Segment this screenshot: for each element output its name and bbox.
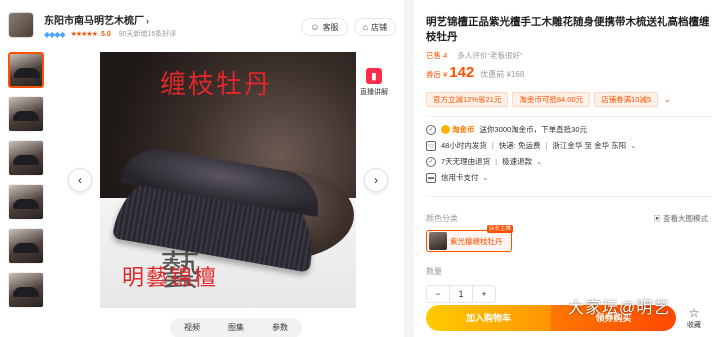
sales-info: 已售 4 多人评价"老板很好" [426,50,523,61]
quantity-label: 数量 [426,267,442,276]
taojinbi-row: ✓ 淘金币 送你3000淘金币，下单直抵30元 [426,124,587,135]
customer-service-label: 客服 [322,22,339,32]
thumbnail[interactable] [8,272,44,308]
chevron-down-icon[interactable]: ⌄ [483,174,489,182]
original-price: 优惠前 ¥168 [480,70,525,79]
tab-params[interactable]: 参数 [258,318,302,337]
star-icon: ☆ [688,306,700,320]
gallery-panel: 东阳市南马明艺木梳厂 › ◆◆◆◆ ★★★★★ 5.0 90天新增16条好评 ☺ 客… [0,0,404,337]
sku-thumbnail [429,232,447,250]
add-to-cart-button[interactable]: 加入购物车 [426,305,551,331]
promo-row: 官方立减12%省21元 淘金币可抵84.00元 店铺券满10减5 ⌄ [426,92,671,107]
price-row: 券后 ¥ 142 优惠前 ¥168 [426,64,524,81]
promo-tag[interactable]: 店铺券满10减5 [594,92,659,107]
quantity-increase-button[interactable]: + [473,286,495,302]
main-product-image[interactable]: 缠枝牡丹 藝 明藝锦檀 [100,52,356,308]
promo-tag[interactable]: 淘金币可抵84.00元 [512,92,591,107]
thumbnail[interactable] [8,140,44,176]
tab-gallery[interactable]: 图集 [214,318,258,337]
delivery-fee: 快递: 免运费 [498,141,541,150]
store-button[interactable]: ⌂ 店铺 [353,18,396,36]
store-icon: ⌂ [362,22,368,32]
shop-actions: ☺ 客服 ⌂ 店铺 [301,18,396,36]
shield-icon: ✓ [426,156,436,167]
product-page: 东阳市南马明艺木梳厂 › ◆◆◆◆ ★★★★★ 5.0 90天新增16条好评 ☺ 客… [0,0,720,337]
quantity-input[interactable]: 1 [449,286,473,302]
divider [426,196,711,197]
forum-watermark: 大家坛@明艺 [568,300,671,317]
chevron-down-icon[interactable]: ⌄ [536,158,542,166]
check-icon: ✓ [426,124,436,135]
thumbnail[interactable] [8,184,44,220]
chevron-right-icon: › [146,16,149,26]
shop-logo[interactable] [8,12,34,38]
taojinbi-label: 淘金币 [452,125,475,134]
sku-badge: 店长主推 [486,225,513,233]
favorite-label: 收藏 [687,322,701,329]
chevron-down-icon[interactable]: ⌄ [664,95,671,104]
image-watermark-bottom: 明藝锦檀 [122,266,219,291]
customer-service-button[interactable]: ☺ 客服 [301,18,348,36]
store-label: 店铺 [371,22,387,32]
refund-policy: 极速退款 [502,157,533,166]
separator: | [495,157,498,166]
separator: | [491,141,494,150]
live-icon: ▮ [366,68,382,84]
thumbnail[interactable] [8,52,44,88]
star-rating: ★★★★★ [70,31,98,38]
price-label: 券后 ¥ [426,70,448,79]
diamond-rating: ◆◆◆◆ [44,29,66,39]
product-title: 明艺锦檀正品紫光檀手工木雕花随身便携带木梳送礼高档檀缠枝牡丹 [426,16,710,43]
taojinbi-badge: 淘金币 [441,124,475,135]
sku-option-label: 紫光檀缠枝牡丹 [450,236,503,246]
credit-card-payment: 信用卡支付 [441,173,479,182]
favorite-button[interactable]: ☆ 收藏 [682,306,706,330]
card-icon: ▬ [426,172,436,183]
media-tabs: 视频 图集 参数 [170,318,302,337]
returns-policy: 7天无理由退货 [441,157,491,166]
shipping-row: ▭ 48小时内发货 | 快递: 免运费 | 浙江金华 至 金华 东阳 ⌄ [426,140,636,151]
current-price: 142 [449,64,475,81]
live-explain-label: 直播讲解 [360,89,388,96]
sold-count: 已售 4 [426,51,448,60]
color-section-label: 颜色分类 [426,214,458,223]
shop-meta: ◆◆◆◆ ★★★★★ 5.0 90天新增16条好评 [44,29,176,39]
thumbnail[interactable] [8,228,44,264]
taojinbi-text: 送你3000淘金币，下单直抵30元 [479,125,588,134]
prev-image-button[interactable]: ‹ [68,168,92,192]
shop-score: 5.0 [101,30,111,38]
detail-panel: 明艺锦檀正品紫光檀手工木雕花随身便携带木梳送礼高档檀缠枝牡丹 已售 4 多人评价… [414,0,720,337]
truck-icon: ▭ [426,140,436,151]
quantity-decrease-button[interactable]: − [427,286,449,302]
big-view-toggle[interactable]: ▣ 查看大图模式 [653,213,708,224]
quantity-stepper: − 1 + [426,285,496,303]
returns-row: ✓ 7天无理由退货 | 极速退款 ⌄ [426,156,542,167]
chevron-left-icon: ‹ [78,173,82,187]
tab-video[interactable]: 视频 [170,318,214,337]
shop-header: 东阳市南马明艺木梳厂 › ◆◆◆◆ ★★★★★ 5.0 90天新增16条好评 ☺ 客… [8,10,400,44]
coin-icon [441,125,450,134]
divider [426,116,711,117]
good-review-count: 90天新增16条好评 [118,31,177,38]
promo-tag[interactable]: 官方立减12%省21元 [426,92,509,107]
ship-time: 48小时内发货 [441,141,487,150]
ship-route[interactable]: 浙江金华 至 金华 东阳 [552,140,626,151]
shop-name[interactable]: 东阳市南马明艺木梳厂 › [44,12,149,27]
next-image-button[interactable]: › [364,168,388,192]
live-explain-button[interactable]: ▮ 直播讲解 [358,68,390,97]
payment-row: ▬ 信用卡支付 ⌄ [426,172,488,183]
separator: | [545,141,548,150]
thumbnail[interactable] [8,96,44,132]
image-watermark-top: 缠枝牡丹 [160,70,273,100]
chevron-down-icon[interactable]: ⌄ [630,142,636,150]
thumbnail-list [8,52,46,316]
chat-icon: ☺ [310,22,320,32]
sku-option[interactable]: 紫光檀缠枝牡丹 店长主推 [426,225,513,252]
review-summary[interactable]: 多人评价"老板很好" [457,51,522,60]
chevron-right-icon: › [374,173,378,187]
